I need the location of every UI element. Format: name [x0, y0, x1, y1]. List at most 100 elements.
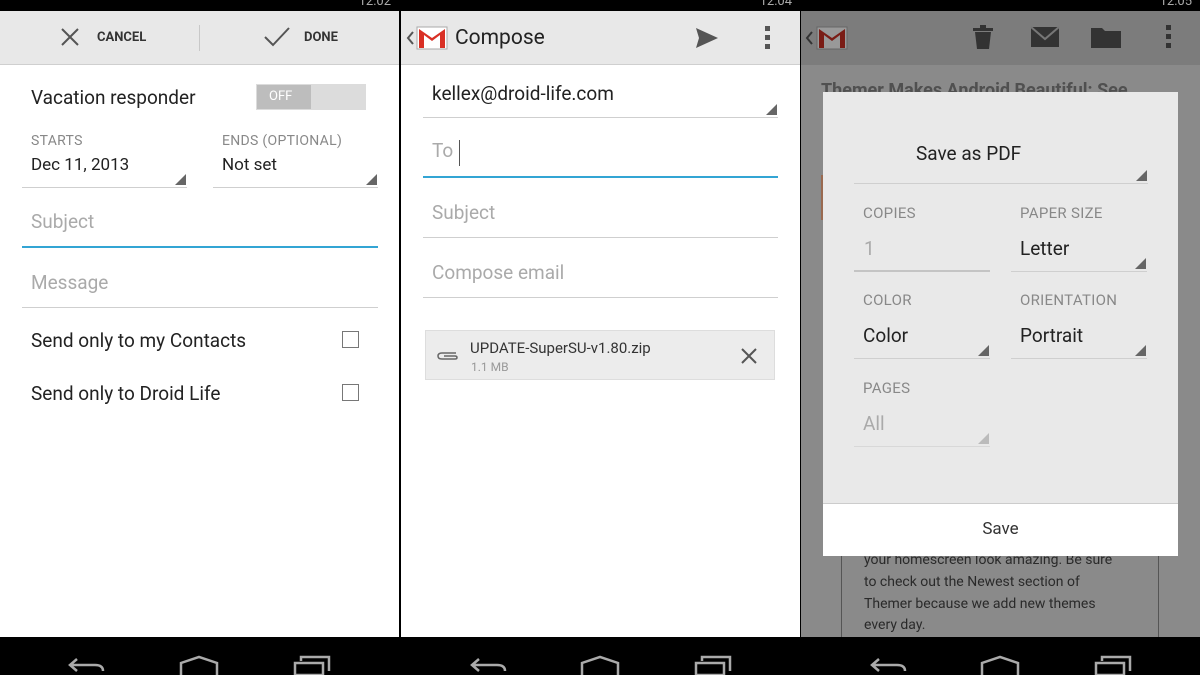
to-underline [423, 176, 778, 178]
pages-label: PAGES [863, 379, 911, 397]
chevron-left-icon [805, 31, 813, 45]
navigation-bar [801, 637, 1200, 675]
body-placeholder: Compose email [432, 261, 565, 284]
contacts-only-checkbox[interactable] [342, 331, 359, 348]
message-placeholder: Message [31, 271, 109, 294]
vacation-responder-screen: 12:02 CANCEL DONE Vacation responder OFF… [0, 0, 399, 675]
ends-date-picker[interactable]: Not set [213, 150, 378, 188]
starts-date-picker[interactable]: Dec 11, 2013 [22, 150, 187, 188]
copies-label: COPIES [863, 204, 916, 222]
subject-placeholder: Subject [432, 201, 496, 224]
dropdown-triangle [978, 433, 989, 444]
mail-icon [1030, 26, 1060, 47]
dropdown-triangle [766, 104, 777, 115]
paper-size-underline [1011, 271, 1147, 272]
orientation-spinner[interactable]: Portrait [1011, 317, 1147, 359]
delete-icon [973, 25, 993, 49]
color-value: Color [863, 324, 909, 347]
navigation-bar [401, 637, 800, 675]
attachment-name: UPDATE-SuperSU-v1.80.zip [470, 339, 651, 357]
dropdown-triangle [366, 174, 377, 185]
subject-input[interactable]: Subject [423, 192, 778, 238]
message-underline [22, 307, 378, 308]
toolbar-divider [199, 25, 200, 51]
pages-value: All [863, 412, 885, 435]
copies-value: 1 [864, 237, 875, 260]
subject-placeholder: Subject [31, 210, 95, 233]
overflow-menu-icon[interactable] [764, 25, 772, 51]
orientation-value: Portrait [1020, 324, 1084, 347]
color-label: COLOR [863, 291, 912, 309]
orientation-label: ORIENTATION [1020, 291, 1118, 309]
remove-attachment-icon[interactable] [739, 346, 759, 366]
starts-label: STARTS [31, 133, 83, 149]
dropdown-triangle [1135, 258, 1146, 269]
action-bar: Compose [401, 11, 800, 65]
text-cursor [459, 140, 460, 166]
cancel-button[interactable]: CANCEL [55, 25, 165, 53]
dropdown-triangle [1135, 345, 1146, 356]
gmail-icon [416, 26, 448, 50]
vacation-toggle[interactable]: OFF [256, 84, 366, 110]
paper-size-spinner[interactable]: Letter [1011, 230, 1147, 272]
from-account: kellex@droid-life.com [432, 82, 614, 105]
bg-body-line: every day. [864, 617, 926, 633]
color-spinner[interactable]: Color [854, 317, 990, 359]
domain-only-checkbox[interactable] [342, 384, 359, 401]
pages-spinner[interactable]: All [854, 405, 990, 447]
status-bar: 12:04 [401, 0, 800, 11]
home-icon[interactable] [979, 655, 1021, 675]
domain-only-label: Send only to Droid Life [31, 382, 221, 405]
send-icon[interactable] [694, 26, 720, 50]
ends-value: Not set [222, 155, 277, 175]
body-input[interactable]: Compose email [423, 252, 778, 298]
bg-action-bar [801, 11, 1200, 65]
recents-icon[interactable] [292, 655, 332, 675]
subject-input[interactable]: Subject [22, 200, 378, 248]
copies-underline [854, 270, 990, 272]
from-account-spinner[interactable]: kellex@droid-life.com [423, 76, 778, 118]
back-icon[interactable] [869, 655, 909, 675]
back-icon[interactable] [67, 655, 107, 675]
paper-size-value: Letter [1020, 237, 1070, 260]
done-button[interactable]: DONE [260, 25, 360, 53]
color-underline [854, 358, 990, 359]
attachment-size: 1.1 MB [471, 360, 509, 374]
chevron-left-icon [406, 31, 414, 45]
attachment-card[interactable]: UPDATE-SuperSU-v1.80.zip 1.1 MB [425, 330, 775, 380]
message-input[interactable]: Message [22, 262, 378, 308]
home-icon[interactable] [579, 655, 621, 675]
dropdown-triangle [1136, 170, 1147, 181]
toggle-knob: OFF [257, 85, 311, 109]
pages-underline [854, 446, 990, 447]
from-underline [423, 117, 778, 118]
copies-input[interactable]: 1 [854, 230, 990, 272]
close-icon [61, 28, 79, 46]
up-navigation[interactable]: Compose [403, 19, 553, 59]
to-placeholder: To [432, 139, 454, 162]
home-icon[interactable] [178, 655, 220, 675]
bg-body-line: to check out the Newest section of [864, 574, 1080, 590]
navigation-bar [0, 637, 399, 675]
save-button[interactable]: Save [823, 503, 1178, 556]
printer-underline [854, 183, 1148, 184]
compose-screen: 12:04 Compose kellex@droid-life.com To S… [401, 0, 800, 675]
printer-spinner[interactable]: Save as PDF [854, 132, 1148, 184]
overflow-menu-icon [1166, 25, 1171, 48]
back-icon[interactable] [469, 655, 509, 675]
to-input[interactable]: To [423, 130, 778, 178]
cancel-label: CANCEL [97, 30, 147, 45]
checkmark-icon [264, 27, 290, 47]
recents-icon[interactable] [693, 655, 733, 675]
dropdown-triangle [175, 174, 186, 185]
body-underline [423, 297, 778, 298]
ends-underline [213, 187, 378, 188]
recents-icon[interactable] [1093, 655, 1133, 675]
folder-icon [1091, 28, 1121, 48]
starts-underline [22, 187, 187, 188]
action-bar: CANCEL DONE [0, 11, 399, 65]
starts-value: Dec 11, 2013 [31, 155, 130, 175]
vacation-responder-label: Vacation responder [31, 86, 196, 109]
dropdown-triangle [978, 345, 989, 356]
status-time: 12:04 [759, 0, 792, 9]
